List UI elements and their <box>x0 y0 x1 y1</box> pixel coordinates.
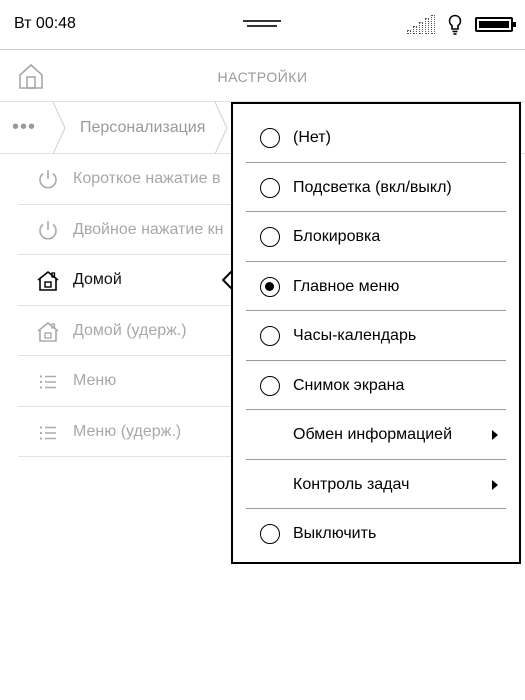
power-icon <box>39 220 57 239</box>
bulb-icon[interactable] <box>447 14 463 36</box>
settings-item-label: Меню <box>73 372 117 389</box>
radio-button[interactable] <box>260 177 280 198</box>
menu-item-none[interactable]: (Нет) <box>246 113 506 163</box>
submenu-arrow-icon <box>492 430 498 440</box>
chevron-right-icon <box>52 102 66 154</box>
chevron-right-icon <box>214 102 228 154</box>
menu-item-label: Подсветка (вкл/выкл) <box>293 178 452 196</box>
menu-item-lock[interactable]: Блокировка <box>246 212 506 262</box>
menu-item-screenshot[interactable]: Снимок экрана <box>246 361 506 410</box>
radio-button[interactable] <box>260 227 280 247</box>
radio-button[interactable] <box>260 128 280 148</box>
action-popup-menu: (Нет) Подсветка (вкл/выкл) Блокировка Гл… <box>231 102 521 564</box>
radio-button[interactable] <box>260 375 280 396</box>
menu-item-main-menu[interactable]: Главное меню <box>246 262 506 311</box>
menu-item-backlight[interactable]: Подсветка (вкл/выкл) <box>246 163 506 212</box>
header: НАСТРОЙКИ <box>0 51 525 101</box>
home-icon <box>37 321 59 342</box>
settings-item-label: Двойное нажатие кн <box>73 220 224 238</box>
home-icon <box>37 270 59 291</box>
menu-item-label: Главное меню <box>293 277 400 295</box>
settings-item-label: Домой (удерж.) <box>73 321 187 339</box>
list-icon <box>40 426 56 439</box>
power-icon <box>39 170 57 189</box>
menu-item-data-exchange[interactable]: Обмен информацией <box>246 410 506 460</box>
menu-item-label: Обмен информацией <box>293 426 453 443</box>
page-title: НАСТРОЙКИ <box>217 69 308 85</box>
menu-item-clock-calendar[interactable]: Часы-календарь <box>246 311 506 361</box>
breadcrumb-item-personalization[interactable]: Персонализация <box>80 119 205 137</box>
list-icon <box>40 375 56 389</box>
menu-item-task-manager[interactable]: Контроль задач <box>246 460 506 509</box>
battery-icon <box>475 17 516 32</box>
settings-item-label: Меню (удерж.) <box>73 422 182 440</box>
settings-item-label: Домой <box>73 271 122 288</box>
menu-item-power-off[interactable]: Выключить <box>246 509 506 559</box>
menu-item-label: (Нет) <box>293 129 331 146</box>
menu-item-label: Выключить <box>293 525 377 542</box>
menu-item-label: Блокировка <box>293 228 381 245</box>
radio-button[interactable] <box>260 524 280 544</box>
submenu-arrow-icon <box>492 479 498 490</box>
menu-item-label: Контроль задач <box>293 475 410 493</box>
drag-handle-icon[interactable] <box>243 20 281 29</box>
status-time: Вт 00:48 <box>14 15 76 32</box>
signal-icon <box>407 15 437 34</box>
radio-button[interactable] <box>260 326 280 346</box>
status-bar: Вт 00:48 <box>0 0 525 50</box>
menu-item-label: Снимок экрана <box>293 376 405 394</box>
settings-item-label: Короткое нажатие в <box>73 170 221 187</box>
radio-button-selected[interactable] <box>260 276 280 297</box>
menu-item-label: Часы-календарь <box>293 327 417 344</box>
breadcrumb-more-button[interactable]: ••• <box>12 116 36 139</box>
